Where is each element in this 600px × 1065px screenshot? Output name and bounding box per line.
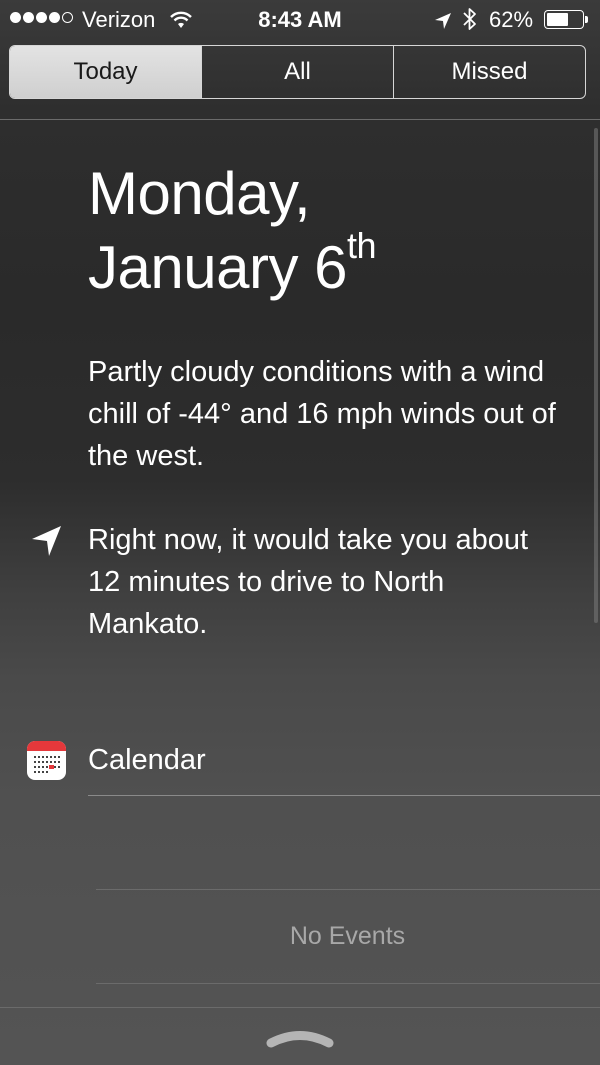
bluetooth-icon [462, 6, 478, 38]
calendar-section-title[interactable]: Calendar [88, 744, 206, 777]
scroll-indicator [594, 128, 598, 623]
location-arrow-icon [434, 10, 452, 36]
calendar-row-divider [96, 889, 600, 890]
battery-icon [544, 10, 588, 29]
calendar-icon [27, 741, 66, 780]
date-heading-day: Monday, [88, 160, 311, 227]
battery-percentage: 62% [489, 7, 534, 32]
grabber-handle-icon[interactable] [266, 1030, 334, 1053]
weather-summary: Partly cloudy conditions with a wind chi… [88, 356, 556, 472]
date-month-day: January 6 [88, 234, 348, 301]
date-heading-date: January 6th [88, 228, 377, 302]
navigation-arrow-icon [30, 524, 64, 563]
calendar-divider [88, 795, 600, 796]
footer-divider [0, 1007, 600, 1008]
header-divider [0, 119, 600, 120]
traffic-summary: Right now, it would take you about 12 mi… [88, 524, 529, 640]
notification-tabs: Today All Missed [9, 45, 586, 99]
status-bar: Verizon 8:43 AM 62% [0, 0, 600, 40]
tab-all[interactable]: All [201, 46, 393, 98]
tab-missed[interactable]: Missed [393, 46, 585, 98]
no-events-label: No Events [289, 922, 406, 950]
tab-today[interactable]: Today [10, 46, 201, 98]
date-ordinal-suffix: th [347, 225, 377, 266]
calendar-bottom-divider [96, 983, 600, 984]
